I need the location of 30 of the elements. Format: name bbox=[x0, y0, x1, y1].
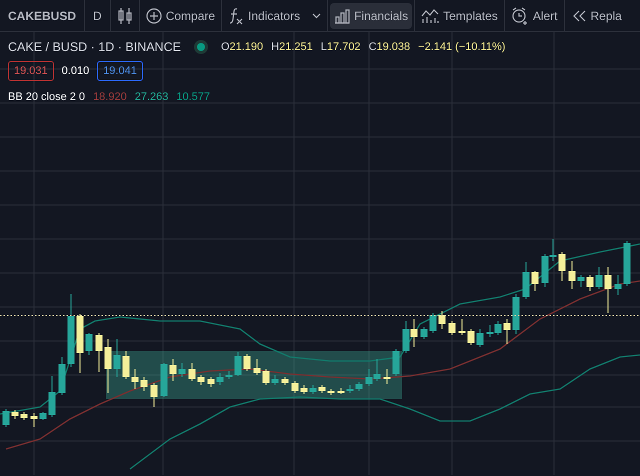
templates-button[interactable]: Templates bbox=[417, 2, 502, 28]
indicator-value: 18.920 bbox=[93, 90, 127, 106]
spread-value: 0.010 bbox=[62, 64, 90, 79]
indicator-value: 27.263 bbox=[134, 90, 168, 106]
rewind-icon bbox=[570, 8, 586, 22]
alert-button[interactable]: Alert bbox=[506, 2, 562, 28]
ohlc-value: O21.190 bbox=[220, 40, 264, 56]
market-status-dot bbox=[196, 43, 205, 52]
candlestick-icon bbox=[116, 6, 133, 24]
ohlc-value: L17.702 bbox=[320, 40, 361, 56]
financials-button[interactable]: Financials bbox=[330, 2, 412, 28]
indicators-button[interactable]: Indicators bbox=[224, 2, 326, 28]
indicator-name: BB 20 close 2 0 bbox=[8, 90, 86, 106]
ohlc-value: H21.251 bbox=[271, 40, 313, 56]
plus-circle-icon bbox=[146, 8, 162, 24]
indicator-value: 10.577 bbox=[176, 90, 210, 106]
sell-price-button[interactable]: 19.031 bbox=[8, 60, 54, 82]
price-change: −2.141 (−10.11%) bbox=[418, 40, 506, 56]
replay-button[interactable]: Repla bbox=[566, 2, 626, 28]
function-icon bbox=[228, 6, 244, 24]
symbol-title: CAKE / BUSD · 1D · BINANCE bbox=[8, 39, 181, 56]
caret-icon bbox=[312, 12, 322, 18]
compare-button[interactable]: Compare bbox=[142, 2, 220, 28]
chart-lines-icon bbox=[421, 8, 440, 24]
ohlc-value: C19.038 bbox=[368, 40, 410, 56]
symbol-button[interactable]: CAKEBUSD bbox=[0, 2, 84, 28]
interval-button[interactable]: D bbox=[85, 2, 110, 28]
buy-price-button[interactable]: 19.041 bbox=[97, 60, 143, 82]
bar-chart-icon bbox=[334, 8, 350, 24]
alarm-clock-icon bbox=[510, 6, 529, 24]
